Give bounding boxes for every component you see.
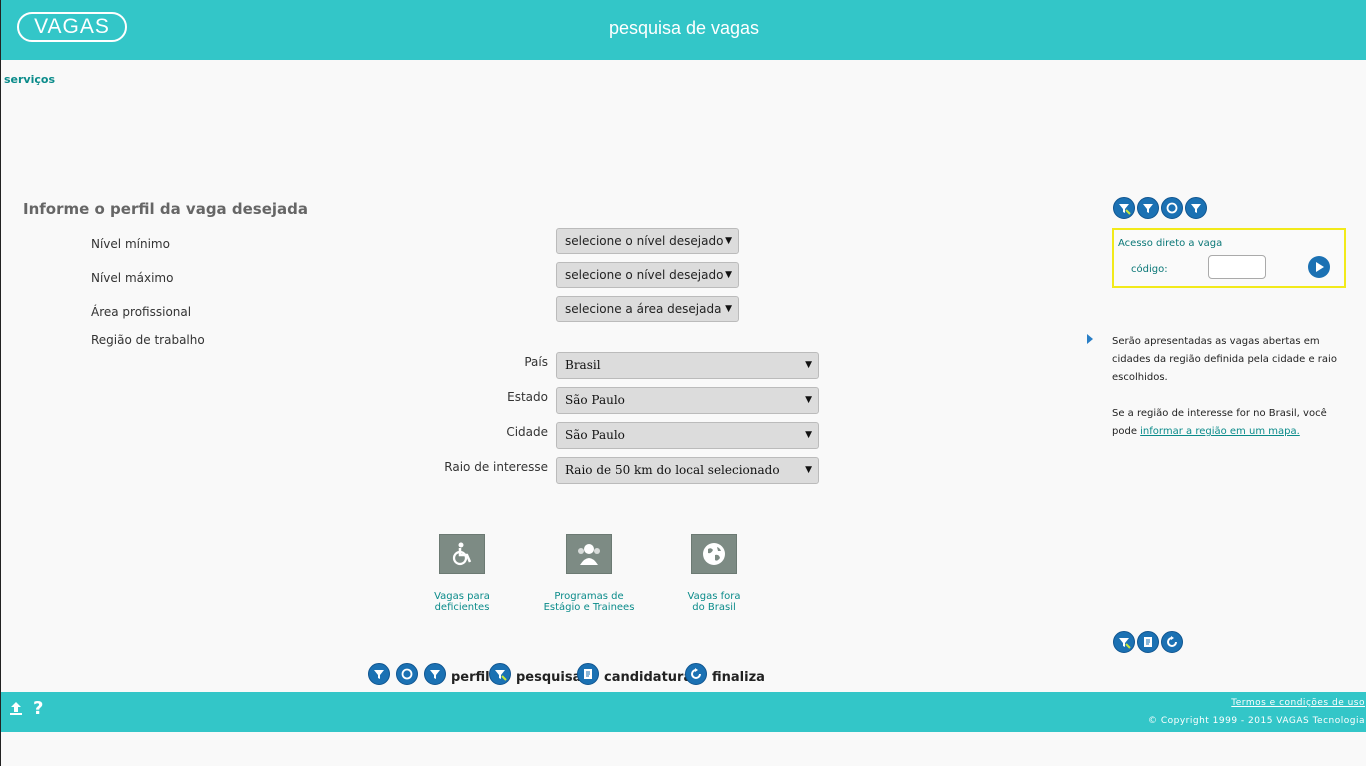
filter-export-icon[interactable] <box>1185 197 1207 219</box>
area-profissional-select[interactable]: selecione a área desejada ▼ <box>556 296 739 322</box>
copyright: © Copyright 1999 - 2015 VAGAS Tecnologia <box>1147 716 1365 726</box>
dropdown-arrow-icon: ▼ <box>805 360 812 370</box>
nivel-maximo-select[interactable]: selecione o nível desejado ▼ <box>556 262 739 288</box>
estado-value: São Paulo <box>565 393 625 407</box>
tile-label: Programas de Estágio e Trainees <box>543 591 635 613</box>
area-profissional-label: Área profissional <box>91 305 192 319</box>
map-region-link[interactable]: informar a região em um mapa. <box>1140 426 1300 437</box>
document-icon[interactable] <box>1137 631 1159 653</box>
info-paragraph-1: Serão apresentadas as vagas abertas em c… <box>1112 336 1337 383</box>
pais-select[interactable]: Brasil ▼ <box>556 352 819 379</box>
dropdown-arrow-icon: ▼ <box>725 270 732 280</box>
tile-programas-estagio[interactable]: Programas de Estágio e Trainees <box>524 534 654 613</box>
filter-search-icon[interactable] <box>1113 631 1135 653</box>
regiao-trabalho-label: Região de trabalho <box>91 333 205 347</box>
estado-label: Estado <box>507 390 548 404</box>
filter-refresh-icon[interactable] <box>396 663 418 685</box>
nivel-minimo-select[interactable]: selecione o nível desejado ▼ <box>556 228 739 254</box>
refresh-icon[interactable] <box>685 663 707 685</box>
info-paragraph-2: Se a região de interesse for no Brasil, … <box>1112 408 1327 437</box>
terms-link[interactable]: Termos e condições de uso <box>1231 698 1365 708</box>
nivel-minimo-value: selecione o nível desejado <box>565 234 724 248</box>
raio-value: Raio de 50 km do local selecionado <box>565 463 780 477</box>
direct-access-box: Acesso direto a vaga código: <box>1112 228 1346 288</box>
footer: ? Termos e condições de uso © Copyright … <box>1 692 1366 732</box>
top-bar: VAGAS pesquisa de vagas <box>1 0 1366 60</box>
raio-label: Raio de interesse <box>444 460 548 474</box>
servicos-link[interactable]: serviços <box>4 73 55 86</box>
tile-vagas-fora-brasil[interactable]: Vagas fora do Brasil <box>649 534 779 613</box>
dropdown-arrow-icon: ▼ <box>805 395 812 405</box>
filter-search-icon[interactable] <box>1113 197 1135 219</box>
raio-select[interactable]: Raio de 50 km do local selecionado ▼ <box>556 457 819 484</box>
step-candidatura[interactable]: candidatura <box>604 670 692 685</box>
step-perfil[interactable]: perfil <box>451 670 490 685</box>
dropdown-arrow-icon: ▼ <box>805 465 812 475</box>
dropdown-arrow-icon: ▼ <box>805 430 812 440</box>
step-finaliza[interactable]: finaliza <box>712 670 765 685</box>
tile-label: Vagas fora do Brasil <box>687 591 741 613</box>
estado-select[interactable]: São Paulo ▼ <box>556 387 819 414</box>
filter-search-icon[interactable] <box>489 663 511 685</box>
cidade-label: Cidade <box>506 425 548 439</box>
direct-access-title: Acesso direto a vaga <box>1118 238 1223 249</box>
area-profissional-value: selecione a área desejada <box>565 302 722 316</box>
step-pesquisa[interactable]: pesquisa <box>516 670 581 685</box>
code-input[interactable] <box>1208 255 1266 279</box>
page-title: pesquisa de vagas <box>608 18 760 38</box>
upload-icon[interactable] <box>9 700 23 721</box>
refresh-icon[interactable] <box>1161 631 1183 653</box>
help-icon[interactable]: ? <box>33 698 43 719</box>
globe-icon <box>691 534 737 574</box>
nivel-maximo-label: Nível máximo <box>91 271 174 285</box>
filter-enter-icon[interactable] <box>368 663 390 685</box>
dropdown-arrow-icon: ▼ <box>725 236 732 246</box>
tile-label: Vagas para deficientes <box>434 591 490 613</box>
tile-vagas-deficientes[interactable]: Vagas para deficientes <box>397 534 527 613</box>
document-icon[interactable] <box>577 663 599 685</box>
form-heading: Informe o perfil da vaga desejada <box>23 200 309 218</box>
play-icon[interactable] <box>1308 256 1330 278</box>
cidade-select[interactable]: São Paulo ▼ <box>556 422 819 449</box>
filter-enter-icon[interactable] <box>1137 197 1159 219</box>
nivel-minimo-label: Nível mínimo <box>91 237 170 251</box>
pais-label: País <box>524 355 548 369</box>
pais-value: Brasil <box>565 358 601 372</box>
nivel-maximo-value: selecione o nível desejado <box>565 268 724 282</box>
info-arrow-icon <box>1087 334 1093 344</box>
region-info: Serão apresentadas as vagas abertas em c… <box>1112 333 1352 441</box>
cidade-value: São Paulo <box>565 428 625 442</box>
people-icon <box>566 534 612 574</box>
wheelchair-icon <box>439 534 485 574</box>
filter-export-icon[interactable] <box>424 663 446 685</box>
filter-refresh-icon[interactable] <box>1161 197 1183 219</box>
dropdown-arrow-icon: ▼ <box>725 304 732 314</box>
code-label: código: <box>1131 264 1168 275</box>
